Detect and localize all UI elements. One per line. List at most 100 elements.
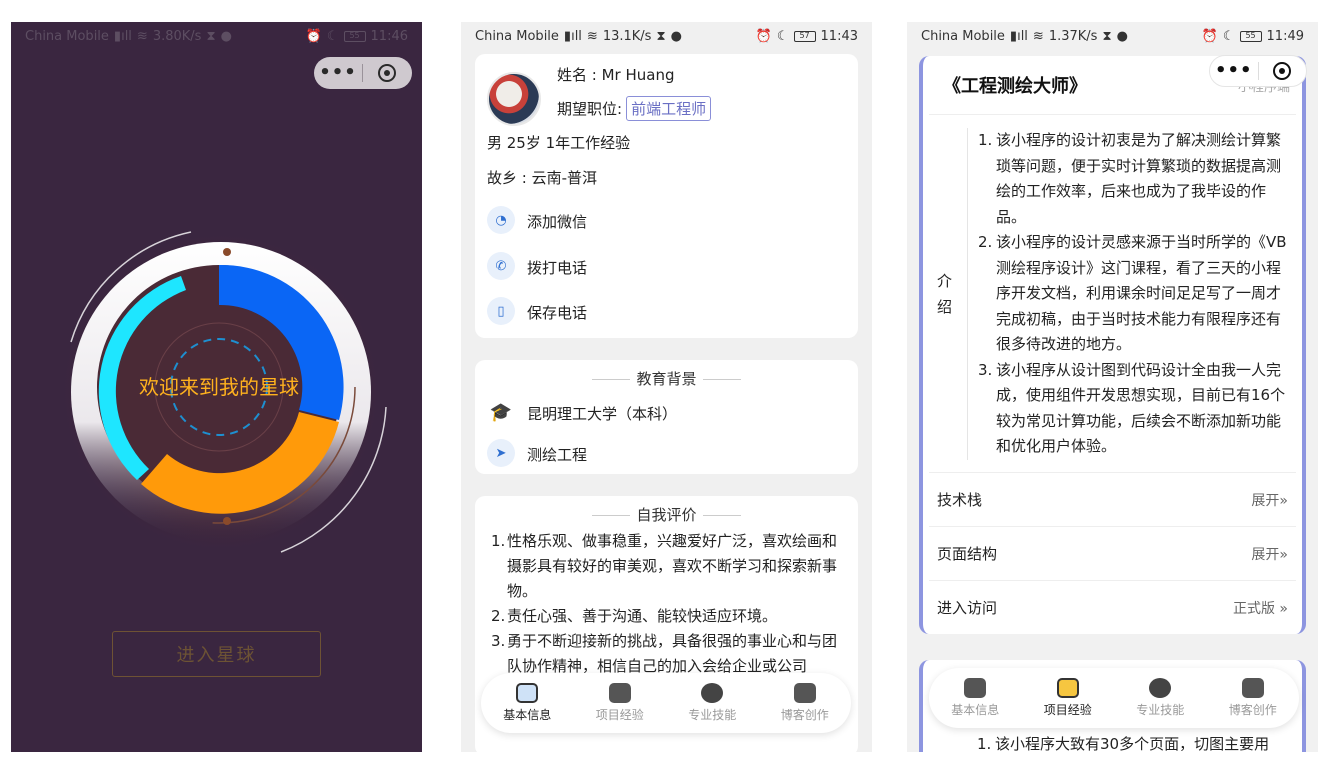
tab-basic-info[interactable]: 基本信息 [487,683,567,723]
target-icon [378,64,396,82]
list-item: 2. 责任心强、善于沟通、能较快适应环境。 [491,607,778,625]
project-title: 《工程测绘大师》 [943,76,1087,97]
project-card: 《工程测绘大师》 小程序端 介绍 1. 该小程序的设计初衷是为了解决测绘计算繁琐等… [919,56,1306,634]
skills-icon [1149,678,1172,698]
tab-blog[interactable]: 博客创作 [1213,678,1293,718]
meta-info: 男 25岁 1年工作经验 [487,134,631,152]
clock-time: 11:43 [820,28,858,44]
signal-icon: ▮ıll [113,28,132,44]
next-intro-peek: 1. 该小程序大致有30多个页面，切图主要用 [977,735,1270,752]
education-title: 教育背景 [475,368,858,389]
call-phone-link[interactable]: 拨打电话 [527,257,587,278]
phone-icon: ✆ [487,252,515,280]
wifi-icon: ≋ [1032,28,1044,44]
major-name: 测绘工程 [527,446,588,464]
alarm-icon: ⏰ [1201,28,1218,44]
target-icon [1273,62,1292,80]
chat-icon: ● [220,28,232,44]
signal-icon: ▮ıll [1009,28,1028,44]
tab-project-experience[interactable]: 项目经验 [580,683,660,723]
briefcase-icon [608,683,631,703]
briefcase-icon [1056,678,1079,698]
list-item: 1. 性格乐观、做事稳重，兴趣爱好广泛，喜欢绘画和摄影具有较好的审美观，喜欢不断学… [491,532,838,600]
battery-icon: 57 [793,30,816,42]
profile-card: 姓名 : Mr Huang 期望职位: 前端工程师 男 25岁 1年工作经验 故乡… [475,54,858,338]
page-structure-row[interactable]: 页面结构 展开» [929,526,1296,580]
visit-row[interactable]: 进入访问 正式版 » [929,580,1296,634]
tab-blog[interactable]: 博客创作 [765,683,845,723]
hourglass-icon: ⧗ [1102,28,1112,44]
profile-screen: China Mobile ▮ıll ≋ 13.1K/s ⧗ ● ⏰ ☾ 57 1… [461,22,872,752]
miniprogram-capsule: ••• [314,57,412,89]
status-bar: China Mobile ▮ıll ≋ 1.37K/s ⧗ ● ⏰ ☾ 55 1… [907,22,1318,50]
clock-time: 11:49 [1266,28,1304,44]
expand-link[interactable]: 展开» [1251,544,1288,564]
net-speed: 1.37K/s [1048,28,1098,44]
bottom-tab-bar: 基本信息 项目经验 专业技能 博客创作 [481,673,851,733]
status-bar: China Mobile ▮ıll ≋ 3.80K/s ⧗ ● ⏰ ☾ 55 1… [11,22,422,50]
welcome-screen: China Mobile ▮ıll ≋ 3.80K/s ⧗ ● ⏰ ☾ 55 1… [11,22,422,752]
send-icon: ➤ [487,439,515,467]
signal-icon: ▮ıll [563,28,582,44]
tab-project-experience[interactable]: 项目经验 [1028,678,1108,718]
graduation-cap-icon: 🎓 [489,401,513,423]
battery-icon: 55 [1239,30,1262,42]
carrier-label: China Mobile [921,28,1005,44]
intro-label: 介绍 [937,272,953,316]
moon-icon: ☾ [1222,28,1235,44]
self-eval-title: 自我评价 [475,504,858,525]
alarm-icon: ⏰ [305,28,322,44]
net-speed: 3.80K/s [152,28,202,44]
battery-icon: 55 [343,30,366,42]
tab-basic-info[interactable]: 基本信息 [935,678,1015,718]
close-miniprogram-button[interactable] [363,64,411,82]
hourglass-icon: ⧗ [656,28,666,44]
add-wechat-link[interactable]: 添加微信 [527,211,587,232]
release-link[interactable]: 正式版 » [1233,598,1288,618]
wifi-icon: ≋ [136,28,148,44]
tab-skills[interactable]: 专业技能 [1120,678,1200,718]
chat-icon: ● [1116,28,1128,44]
avatar [487,72,541,126]
net-speed: 13.1K/s [602,28,652,44]
carrier-label: China Mobile [25,28,109,44]
self-eval-list: 1. 性格乐观、做事稳重，兴趣爱好广泛，喜欢绘画和摄影具有较好的审美观，喜欢不断学… [491,529,848,679]
status-bar: China Mobile ▮ıll ≋ 13.1K/s ⧗ ● ⏰ ☾ 57 1… [461,22,872,50]
moon-icon: ☾ [776,28,789,44]
moon-icon: ☾ [326,28,339,44]
welcome-title: 欢迎来到我的星球 [139,375,299,399]
miniprogram-capsule: ••• [1209,55,1307,87]
wifi-icon: ≋ [586,28,598,44]
enter-planet-button[interactable]: 进入星球 [112,631,321,677]
tech-stack-row[interactable]: 技术栈 展开» [929,472,1296,526]
list-item: 1. 该小程序的设计初衷是为了解决测绘计算繁琐等问题，便于实时计算繁琐的数据提高测… [978,131,1282,226]
job-tag: 前端工程师 [626,96,712,121]
skills-icon [701,683,724,703]
school-name: 昆明理工大学（本科） [527,405,678,423]
job-row: 期望职位: 前端工程师 [557,96,712,121]
id-card-icon [964,678,987,698]
planet-graphic: 欢迎来到我的星球 [56,227,387,557]
clock-time: 11:46 [370,28,408,44]
list-item: 2. 该小程序的设计灵感来源于当时所学的《VB测绘程序设计》这门课程，看了三天的小… [978,233,1287,353]
project-screen: China Mobile ▮ıll ≋ 1.37K/s ⧗ ● ⏰ ☾ 55 1… [907,22,1318,752]
education-card: 教育背景 🎓 昆明理工大学（本科） ➤ 测绘工程 [475,360,858,474]
chat-icon: ● [670,28,682,44]
list-item: 3. 该小程序从设计图到代码设计全由我一人完成，使用组件开发思想实现，目前已有16… [978,360,1286,456]
mobile-icon: ▯ [487,297,515,325]
more-menu-button[interactable]: ••• [314,58,362,88]
name-label: 姓名 : Mr Huang [557,66,675,84]
save-phone-link[interactable]: 保存电话 [527,302,587,323]
blog-icon [1241,678,1264,698]
carrier-label: China Mobile [475,28,559,44]
list-item: 3. 勇于不断迎接新的挑战，具备很强的事业心和与团队协作精神，相信自己的加入会给企… [491,632,838,675]
close-miniprogram-button[interactable] [1258,62,1306,80]
job-label: 期望职位: [557,100,623,118]
bottom-tab-bar: 基本信息 项目经验 专业技能 博客创作 [929,668,1299,728]
tab-skills[interactable]: 专业技能 [672,683,752,723]
expand-link[interactable]: 展开» [1251,490,1288,510]
hometown-info: 故乡 : 云南-普洱 [487,169,598,187]
more-menu-button[interactable]: ••• [1210,56,1258,86]
hourglass-icon: ⧗ [206,28,216,44]
wechat-icon: ◔ [487,206,515,234]
